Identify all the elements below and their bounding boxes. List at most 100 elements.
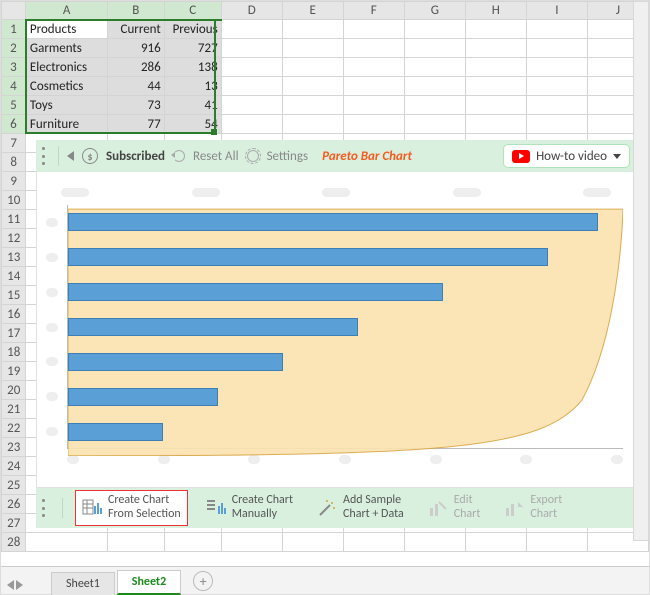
col-header-G[interactable]: G [404, 2, 465, 20]
cell[interactable] [221, 20, 282, 39]
cell[interactable] [282, 39, 343, 58]
cell[interactable] [107, 533, 164, 552]
cell[interactable] [465, 20, 526, 39]
tab-sheet1[interactable]: Sheet1 [51, 572, 115, 595]
cell[interactable]: 727 [164, 39, 221, 58]
cell[interactable]: 54 [164, 115, 221, 134]
col-header-A[interactable]: A [26, 2, 107, 20]
row-header-13[interactable]: 13 [2, 248, 26, 267]
cell[interactable] [282, 115, 343, 134]
settings-button[interactable]: Settings [267, 149, 309, 164]
cell[interactable] [282, 533, 343, 552]
howto-video-button[interactable]: How-to video [503, 144, 630, 168]
col-header-I[interactable]: I [526, 2, 587, 20]
cell[interactable] [526, 533, 587, 552]
cell[interactable] [221, 77, 282, 96]
cell[interactable] [343, 533, 404, 552]
create-chart-from-selection-button[interactable]: Create Chart From Selection [75, 490, 188, 526]
tab-sheet2[interactable]: Sheet2 [117, 570, 181, 595]
row-header-8[interactable]: 8 [2, 153, 26, 172]
cell[interactable]: Previous [164, 20, 221, 39]
back-icon[interactable] [67, 151, 74, 161]
grip-icon[interactable] [42, 499, 50, 517]
dollar-icon[interactable]: $ [82, 148, 98, 164]
row-header-15[interactable]: 15 [2, 286, 26, 305]
cell[interactable] [465, 39, 526, 58]
row-header-20[interactable]: 20 [2, 381, 26, 400]
cell[interactable]: Furniture [26, 115, 107, 134]
cell[interactable] [465, 533, 526, 552]
cell[interactable] [221, 533, 282, 552]
row-header-17[interactable]: 17 [2, 324, 26, 343]
row-header-5[interactable]: 5 [2, 96, 26, 115]
cell[interactable] [404, 533, 465, 552]
gear-icon[interactable] [247, 150, 259, 162]
cell[interactable]: 916 [107, 39, 164, 58]
row-header-14[interactable]: 14 [2, 267, 26, 286]
cell[interactable] [465, 58, 526, 77]
cell[interactable]: 44 [107, 77, 164, 96]
row-header-25[interactable]: 25 [2, 476, 26, 495]
cell[interactable]: 138 [164, 58, 221, 77]
col-header-D[interactable]: D [221, 2, 282, 20]
prev-sheet-icon[interactable] [7, 580, 14, 590]
select-all-corner[interactable] [2, 2, 26, 20]
cell[interactable] [343, 77, 404, 96]
cell[interactable] [526, 115, 587, 134]
cell[interactable] [221, 58, 282, 77]
cell[interactable] [164, 533, 221, 552]
cell[interactable]: Electronics [26, 58, 107, 77]
cell[interactable] [282, 58, 343, 77]
row-header-22[interactable]: 22 [2, 419, 26, 438]
cell[interactable] [221, 39, 282, 58]
row-header-24[interactable]: 24 [2, 457, 26, 476]
col-header-B[interactable]: B [107, 2, 164, 20]
row-header-3[interactable]: 3 [2, 58, 26, 77]
cell[interactable] [343, 39, 404, 58]
cell[interactable] [282, 77, 343, 96]
row-header-11[interactable]: 11 [2, 210, 26, 229]
cell[interactable] [404, 115, 465, 134]
cell[interactable] [526, 39, 587, 58]
col-header-H[interactable]: H [465, 2, 526, 20]
cell[interactable] [404, 39, 465, 58]
cell[interactable]: 286 [107, 58, 164, 77]
reset-button[interactable]: Reset All [193, 149, 239, 164]
cell[interactable]: 41 [164, 96, 221, 115]
cell[interactable] [343, 96, 404, 115]
cell[interactable] [282, 20, 343, 39]
cell[interactable] [526, 58, 587, 77]
col-header-C[interactable]: C [164, 2, 221, 20]
cell[interactable] [526, 96, 587, 115]
cell[interactable]: Products [26, 20, 107, 39]
cell[interactable] [465, 77, 526, 96]
cell[interactable] [465, 96, 526, 115]
cell[interactable] [404, 96, 465, 115]
create-chart-manually-button[interactable]: Create Chart Manually [200, 491, 299, 525]
cell[interactable] [404, 77, 465, 96]
col-header-E[interactable]: E [282, 2, 343, 20]
subscribed-label[interactable]: Subscribed [106, 149, 165, 164]
cell[interactable] [343, 115, 404, 134]
cell[interactable] [26, 533, 107, 552]
vertical-scrollbar[interactable] [633, 1, 649, 541]
row-header-4[interactable]: 4 [2, 77, 26, 96]
row-header-19[interactable]: 19 [2, 362, 26, 381]
col-header-F[interactable]: F [343, 2, 404, 20]
grip-icon[interactable] [42, 147, 50, 165]
row-header-16[interactable]: 16 [2, 305, 26, 324]
cell[interactable] [465, 115, 526, 134]
row-header-6[interactable]: 6 [2, 115, 26, 134]
cell[interactable]: 77 [107, 115, 164, 134]
row-header-1[interactable]: 1 [2, 20, 26, 39]
cell[interactable] [404, 20, 465, 39]
row-header-26[interactable]: 26 [2, 495, 26, 514]
next-sheet-icon[interactable] [16, 580, 23, 590]
cell[interactable] [282, 96, 343, 115]
cell[interactable] [526, 77, 587, 96]
row-header-27[interactable]: 27 [2, 514, 26, 533]
cell[interactable] [221, 96, 282, 115]
row-header-2[interactable]: 2 [2, 39, 26, 58]
row-header-18[interactable]: 18 [2, 343, 26, 362]
row-header-21[interactable]: 21 [2, 400, 26, 419]
